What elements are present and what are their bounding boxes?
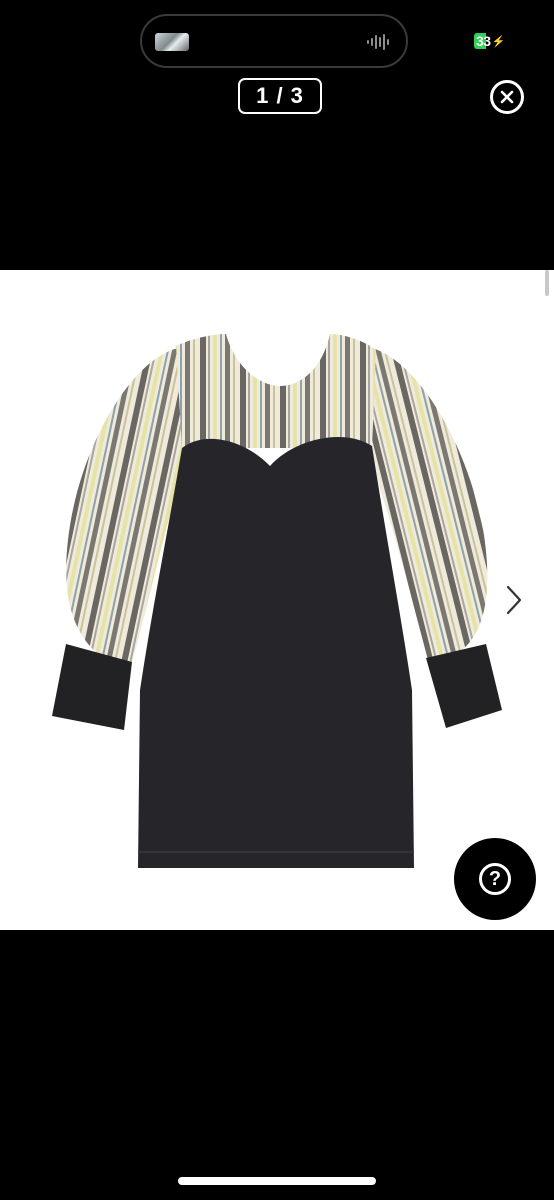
chevron-right-icon	[506, 585, 522, 615]
audio-waveform-icon	[367, 34, 389, 50]
image-counter: 1 / 3	[238, 78, 322, 114]
dress-image	[52, 334, 502, 868]
battery-indicator: 33 ⚡	[474, 32, 507, 50]
media-thumbnail[interactable]	[155, 33, 189, 51]
close-icon	[500, 90, 514, 104]
next-image-button[interactable]	[504, 584, 524, 616]
product-photo[interactable]: ?	[0, 270, 554, 930]
home-indicator	[178, 1177, 376, 1185]
close-button[interactable]	[490, 80, 524, 114]
question-mark-icon: ?	[479, 863, 511, 895]
dynamic-island	[140, 14, 408, 68]
help-button[interactable]: ?	[454, 838, 536, 920]
dress-body	[138, 436, 414, 868]
yoke	[176, 334, 376, 448]
right-cuff	[426, 644, 502, 728]
bolt-icon: ⚡	[491, 35, 506, 48]
battery-level: 33	[476, 33, 491, 49]
